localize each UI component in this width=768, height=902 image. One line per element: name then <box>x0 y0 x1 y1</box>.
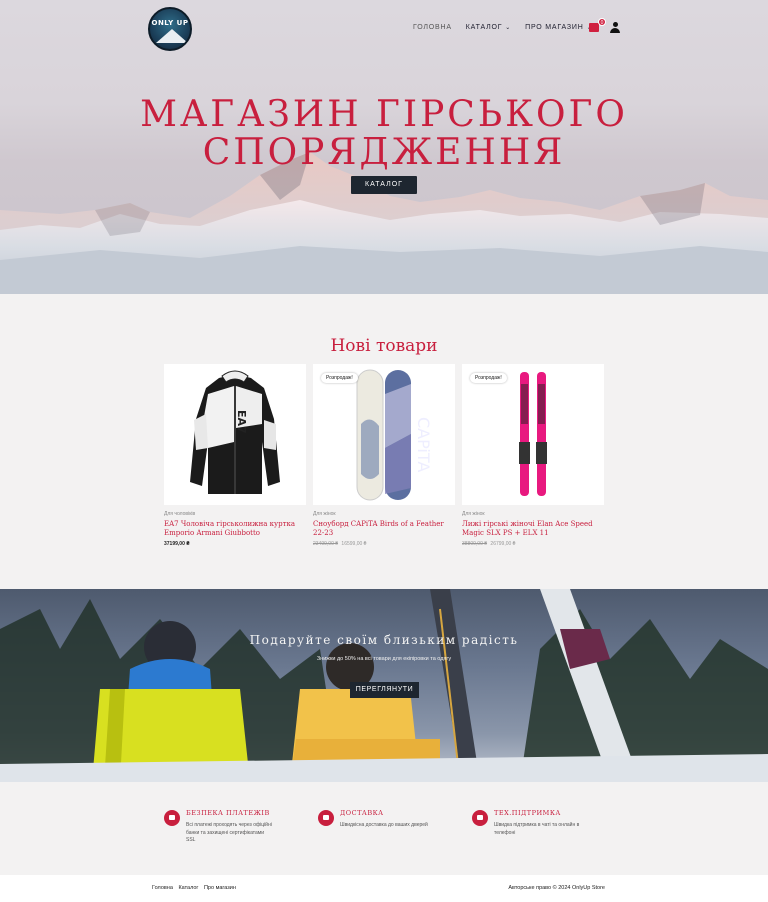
footer: Головна Каталог Про магазин Авторське пр… <box>0 875 768 902</box>
snowboard-image: CAPiTA <box>356 369 433 501</box>
view-button[interactable]: ПЕРЕГЛЯНУТИ <box>350 682 419 698</box>
product-price: 37199,00 ₴ <box>164 541 306 547</box>
ski-image <box>519 372 547 496</box>
nav-item-catalog-label: КАТАЛОГ <box>465 24 503 31</box>
product-price: 38800,00 ₴ 26799,00 ₴ <box>462 541 604 547</box>
catalog-button[interactable]: КАТАЛОГ <box>351 176 417 194</box>
new-products-title: Нові товари <box>330 336 438 356</box>
promo-title: Подаруйте своїм близьким радість <box>249 633 519 647</box>
jacket-image: EA7 <box>190 370 280 494</box>
product-price-current: 26799,00 ₴ <box>490 541 516 547</box>
main-nav: ГОЛОВНА КАТАЛОГ⌄ ПРО МАГАЗИН⌄ <box>413 24 592 31</box>
product-category[interactable]: Для жінок <box>462 511 604 517</box>
product-name[interactable]: EA7 Чоловіча гірськолижна куртка Emporio… <box>164 520 306 538</box>
product-price: 23499,00 ₴ 16599,00 ₴ <box>313 541 455 547</box>
cart-count-badge: 0 <box>598 18 606 26</box>
product-category[interactable]: Для жінок <box>313 511 455 517</box>
product-old-price: 38800,00 ₴ <box>462 541 488 547</box>
store-logo[interactable]: ONLY UP <box>148 7 192 51</box>
product-category[interactable]: Для чоловіків <box>164 511 306 517</box>
box-icon <box>318 810 334 826</box>
lock-icon <box>164 810 180 826</box>
product-card[interactable]: CAPiTA Розпродаж! Для жінок Сноуборд CAP… <box>313 364 455 547</box>
nav-item-about[interactable]: ПРО МАГАЗИН⌄ <box>525 24 592 31</box>
footer-link-about[interactable]: Про магазин <box>204 885 236 891</box>
hero-title: МАГАЗИН ГІРСЬКОГО СПОРЯДЖЕННЯ <box>0 96 768 172</box>
product-price-current: 16599,00 ₴ <box>341 541 367 547</box>
feature-text: Всі платежі проходять через офіційні бан… <box>186 822 272 843</box>
product-price-current: 37199,00 ₴ <box>164 541 190 547</box>
footer-link-home[interactable]: Головна <box>152 885 173 891</box>
logo-mountain-icon <box>156 29 188 43</box>
hero-banner: ONLY UP ГОЛОВНА КАТАЛОГ⌄ ПРО МАГАЗИН⌄ 0 … <box>0 0 768 294</box>
promo-banner: Подаруйте своїм близьким радість Знижки … <box>0 589 768 782</box>
copyright-text: Авторське право © 2024 OnlyUp Store <box>508 885 605 891</box>
promo-subtitle: Знижки до 50% на всі товари для екіпіров… <box>316 656 452 662</box>
product-card[interactable]: EA7 Для чоловіків EA7 Чоловіча гірськоли… <box>164 364 306 547</box>
chevron-down-icon: ⌄ <box>505 25 512 31</box>
product-image[interactable]: CAPiTA Розпродаж! <box>313 364 455 505</box>
support-icon <box>472 810 488 826</box>
user-icon-body <box>610 28 620 33</box>
user-icon-head <box>612 22 618 27</box>
footer-links: Головна Каталог Про магазин <box>152 885 240 891</box>
nav-item-home[interactable]: ГОЛОВНА <box>413 24 452 31</box>
logo-text: ONLY UP <box>151 19 189 27</box>
feature-text: Швидкісна доставка до ваших дверей <box>340 822 428 828</box>
user-account-icon[interactable] <box>610 22 620 33</box>
product-image[interactable]: EA7 <box>164 364 306 505</box>
product-image[interactable]: Розпродаж! <box>462 364 604 505</box>
hero-title-line-1: МАГАЗИН ГІРСЬКОГО <box>140 94 628 135</box>
feature-payment-security: БЕЗПЕКА ПЛАТЕЖІВ Всі платежі проходять ч… <box>164 809 274 845</box>
feature-title: ТЕХ.ПІДТРИМКА <box>494 809 561 817</box>
sale-badge: Розпродаж! <box>470 373 507 383</box>
product-name[interactable]: Сноуборд CAPiTA Birds of a Feather 22-23 <box>313 520 455 538</box>
svg-text:CAPiTA: CAPiTA <box>414 417 433 472</box>
feature-text: Швидка підтримка в чаті та онлайн в теле… <box>494 822 580 836</box>
svg-text:EA7: EA7 <box>235 410 248 434</box>
nav-item-catalog[interactable]: КАТАЛОГ ⌄ <box>466 24 511 31</box>
hero-title-line-2: СПОРЯДЖЕННЯ <box>202 132 566 173</box>
footer-link-catalog[interactable]: Каталог <box>178 885 198 891</box>
product-old-price: 23499,00 ₴ <box>313 541 339 547</box>
cart-icon[interactable] <box>589 23 599 32</box>
feature-title: ДОСТАВКА <box>340 809 384 817</box>
feature-delivery: ДОСТАВКА Швидкісна доставка до ваших две… <box>318 809 428 830</box>
nav-item-about-label: ПРО МАГАЗИН <box>525 24 584 31</box>
feature-support: ТЕХ.ПІДТРИМКА Швидка підтримка в чаті та… <box>472 809 582 837</box>
product-name[interactable]: Лижі гірські жіночі Elan Ace Speed Magic… <box>462 520 604 538</box>
product-card[interactable]: Розпродаж! Для жінок Лижі гірські жіночі… <box>462 364 604 547</box>
sale-badge: Розпродаж! <box>321 373 358 383</box>
feature-title: БЕЗПЕКА ПЛАТЕЖІВ <box>186 809 270 817</box>
